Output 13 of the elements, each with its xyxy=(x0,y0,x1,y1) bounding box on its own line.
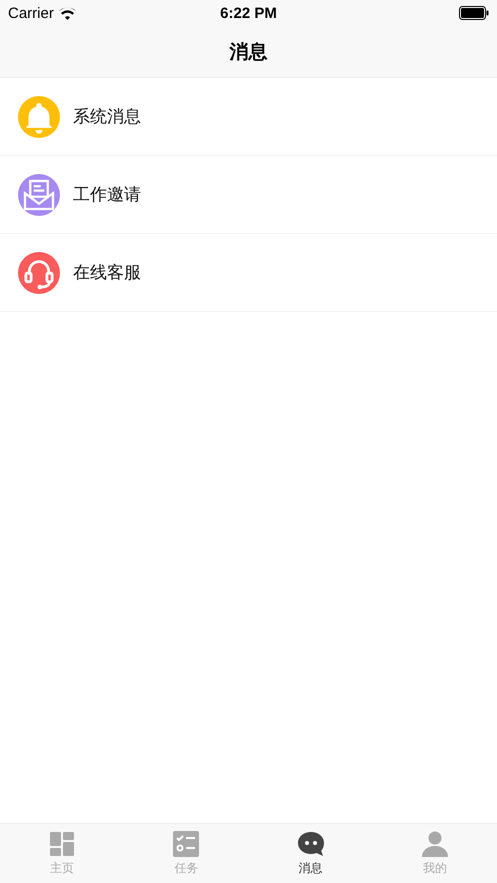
carrier-name: Carrier xyxy=(8,4,54,22)
wifi-icon xyxy=(58,6,76,20)
list-item[interactable]: 工作邀请 xyxy=(73,183,141,206)
chat-icon xyxy=(296,830,325,858)
grid-icon xyxy=(48,830,76,858)
list-item[interactable]: 系统消息 xyxy=(73,105,141,128)
person-icon xyxy=(420,830,449,858)
checklist-icon xyxy=(172,830,200,858)
status-time: 6:22 PM xyxy=(220,4,277,22)
tab-bar-item[interactable]: 消息 xyxy=(248,824,373,883)
list-item[interactable]: 在线客服 xyxy=(73,261,141,284)
battery-icon xyxy=(459,6,489,20)
page-title: 消息 xyxy=(230,40,268,64)
